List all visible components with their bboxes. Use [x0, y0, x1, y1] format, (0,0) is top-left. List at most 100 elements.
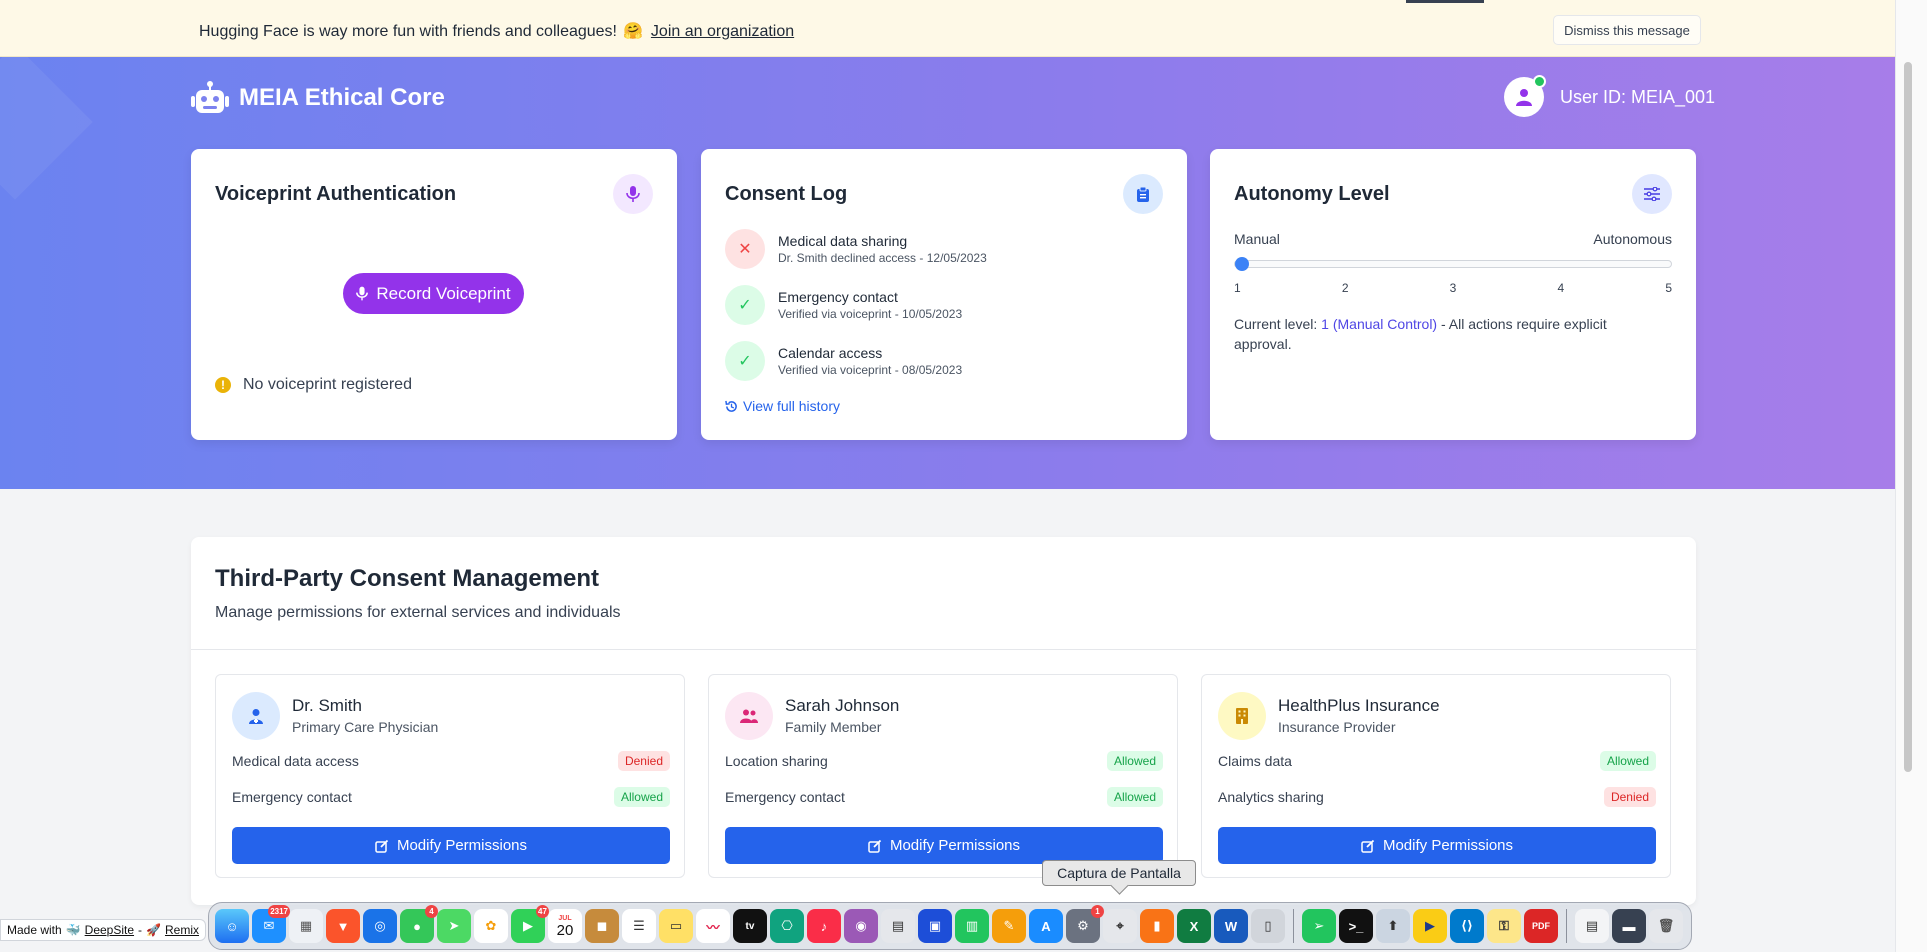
freeform-icon[interactable]: 〰 — [696, 909, 730, 943]
consent-log-item: ✓ Emergency contact Verified via voicepr… — [725, 285, 962, 325]
edit-icon — [375, 839, 389, 853]
permission-row: Claims data Allowed — [1218, 751, 1656, 771]
podcasts-icon[interactable]: ◉ — [844, 909, 878, 943]
party-role: Insurance Provider — [1278, 719, 1396, 735]
status-badge: Allowed — [1106, 787, 1163, 807]
dismiss-button[interactable]: Dismiss this message — [1553, 15, 1701, 45]
finder-icon[interactable]: ☺ — [215, 909, 249, 943]
party-role: Family Member — [785, 719, 882, 735]
avatar[interactable] — [1504, 75, 1546, 117]
slider-tick: 1 — [1234, 281, 1241, 295]
numbers-icon[interactable]: ▥ — [955, 909, 989, 943]
chatgpt-icon[interactable]: ⎔ — [770, 909, 804, 943]
party-header: Sarah Johnson Family Member — [725, 692, 899, 740]
calculator-icon[interactable]: ▤ — [881, 909, 915, 943]
slider-thumb[interactable] — [1235, 257, 1249, 271]
autonomy-slider[interactable] — [1234, 257, 1672, 271]
permission-label: Medical data access — [232, 753, 359, 769]
party-name: Dr. Smith — [292, 696, 362, 715]
pages-icon[interactable]: ✎ — [992, 909, 1026, 943]
terminal-icon[interactable]: >_ — [1339, 909, 1373, 943]
modify-permissions-button[interactable]: Modify Permissions — [725, 827, 1163, 864]
third-party-consent-panel: Third-Party Consent Management Manage pe… — [191, 537, 1696, 905]
rocket-icon: 🚀 — [146, 923, 161, 937]
voiceprint-title: Voiceprint Authentication — [215, 183, 457, 205]
join-organization-link[interactable]: Join an organization — [651, 23, 794, 40]
warning-icon: ! — [215, 377, 231, 393]
party-name: Sarah Johnson — [785, 696, 900, 715]
party-card: Sarah Johnson Family Member Location sha… — [708, 674, 1178, 878]
trash-icon[interactable]: 🗑 — [1649, 909, 1683, 943]
user-icon — [1516, 89, 1532, 106]
pdf-icon[interactable]: PDF — [1524, 909, 1558, 943]
notes-icon[interactable]: ▭ — [659, 909, 693, 943]
made-with-label: Made with — [7, 923, 62, 937]
microphone-icon — [356, 286, 369, 301]
user-menu[interactable]: User ID: MEIA_001 — [1504, 75, 1715, 117]
launchpad-icon[interactable]: ▦ — [289, 909, 323, 943]
system-settings-icon[interactable]: ⚙ 1 — [1066, 905, 1104, 943]
view-full-history-link[interactable]: View full history — [725, 398, 840, 414]
party-header: HealthPlus Insurance Insurance Provider — [1218, 692, 1440, 740]
vscode-icon[interactable]: ⟨⟩ — [1450, 909, 1484, 943]
autonomy-level-value: 1 (Manual Control) — [1321, 316, 1438, 332]
keynote-icon[interactable]: ▣ — [918, 909, 952, 943]
safari-icon[interactable]: ◎ — [363, 909, 397, 943]
autonomy-desc-prefix: Current level: — [1234, 316, 1318, 332]
consent-log-card: Consent Log ✕ Medical data sharing Dr. S… — [701, 149, 1187, 440]
apple-tv-icon[interactable]: tv — [733, 909, 767, 943]
google-play-icon[interactable]: ▶ — [1413, 909, 1447, 943]
status-badge: Allowed — [613, 787, 670, 807]
scrollbar-thumb[interactable] — [1904, 62, 1912, 772]
macos-dock: ☺ ✉ 2317 ▦ ▼ ◎ ● 4 ➤ ✿ ▶ 47 JUL 20 ◼ ☰ ▭ 〰 t… — [208, 902, 1692, 950]
mail-icon[interactable]: ✉ 2317 — [252, 905, 290, 943]
documents-folder-icon[interactable]: ▤ — [1575, 909, 1609, 943]
screenshot-icon[interactable]: ⌖ — [1103, 909, 1137, 943]
contacts-icon[interactable]: ◼ — [585, 909, 619, 943]
check-icon: ✓ — [725, 341, 765, 381]
permission-row: Emergency contact Allowed — [232, 787, 670, 807]
desktop-folder-icon[interactable]: ▬ — [1612, 909, 1646, 943]
consent-item-title: Calendar access — [778, 345, 883, 361]
voiceprint-status-text: No voiceprint registered — [243, 376, 412, 393]
calendar-icon[interactable]: JUL 20 — [548, 909, 582, 943]
building-icon — [1218, 692, 1266, 740]
page-scrollbar[interactable] — [1895, 0, 1927, 952]
dock-separator — [1566, 909, 1567, 943]
rocket-app-icon[interactable]: ⬆ — [1376, 909, 1410, 943]
app-store-icon[interactable]: A — [1029, 909, 1063, 943]
excel-icon[interactable]: X — [1177, 909, 1211, 943]
record-voiceprint-button[interactable]: Record Voiceprint — [343, 273, 524, 314]
slider-tick: 4 — [1557, 281, 1565, 295]
banner-text: Hugging Face is way more fun with friend… — [199, 23, 617, 40]
slider-ticks: 1 2 3 4 5 — [1234, 281, 1672, 295]
preview-icon[interactable]: ▯ — [1251, 909, 1285, 943]
separator: - — [138, 923, 143, 937]
messages-icon[interactable]: ● 4 — [400, 905, 438, 943]
slider-tick: 5 — [1665, 281, 1672, 295]
calendar-day: 20 — [556, 921, 574, 939]
consent-log-item: ✕ Medical data sharing Dr. Smith decline… — [725, 229, 987, 269]
modify-permissions-button[interactable]: Modify Permissions — [232, 827, 670, 864]
autonomy-card: Autonomy Level Manual Autonomous 1 2 3 4… — [1210, 149, 1696, 440]
brave-browser-icon[interactable]: ▼ — [326, 909, 360, 943]
reminders-icon[interactable]: ☰ — [622, 909, 656, 943]
maps-icon[interactable]: ➤ — [437, 909, 471, 943]
brand-name: MEIA Ethical Core — [239, 84, 445, 111]
party-role: Primary Care Physician — [292, 719, 439, 735]
sliders-icon[interactable] — [1632, 174, 1672, 214]
consent-log-item: ✓ Calendar access Verified via voiceprin… — [725, 341, 962, 381]
check-icon: ✓ — [725, 285, 765, 325]
hugging-face-emoji-icon: 🤗 — [623, 23, 643, 40]
active-tab-indicator — [1406, 0, 1484, 3]
word-icon[interactable]: W — [1214, 909, 1248, 943]
modify-permissions-button[interactable]: Modify Permissions — [1218, 827, 1656, 864]
send-icon[interactable]: ➢ — [1302, 909, 1336, 943]
keychain-icon[interactable]: ⚿ — [1487, 909, 1521, 943]
charts-icon[interactable]: ▮ — [1140, 909, 1174, 943]
music-icon[interactable]: ♪ — [807, 909, 841, 943]
remix-link[interactable]: Remix — [165, 923, 199, 937]
deepsite-link[interactable]: DeepSite — [85, 923, 134, 937]
facetime-icon[interactable]: ▶ 47 — [511, 905, 549, 943]
photos-icon[interactable]: ✿ — [474, 909, 508, 943]
